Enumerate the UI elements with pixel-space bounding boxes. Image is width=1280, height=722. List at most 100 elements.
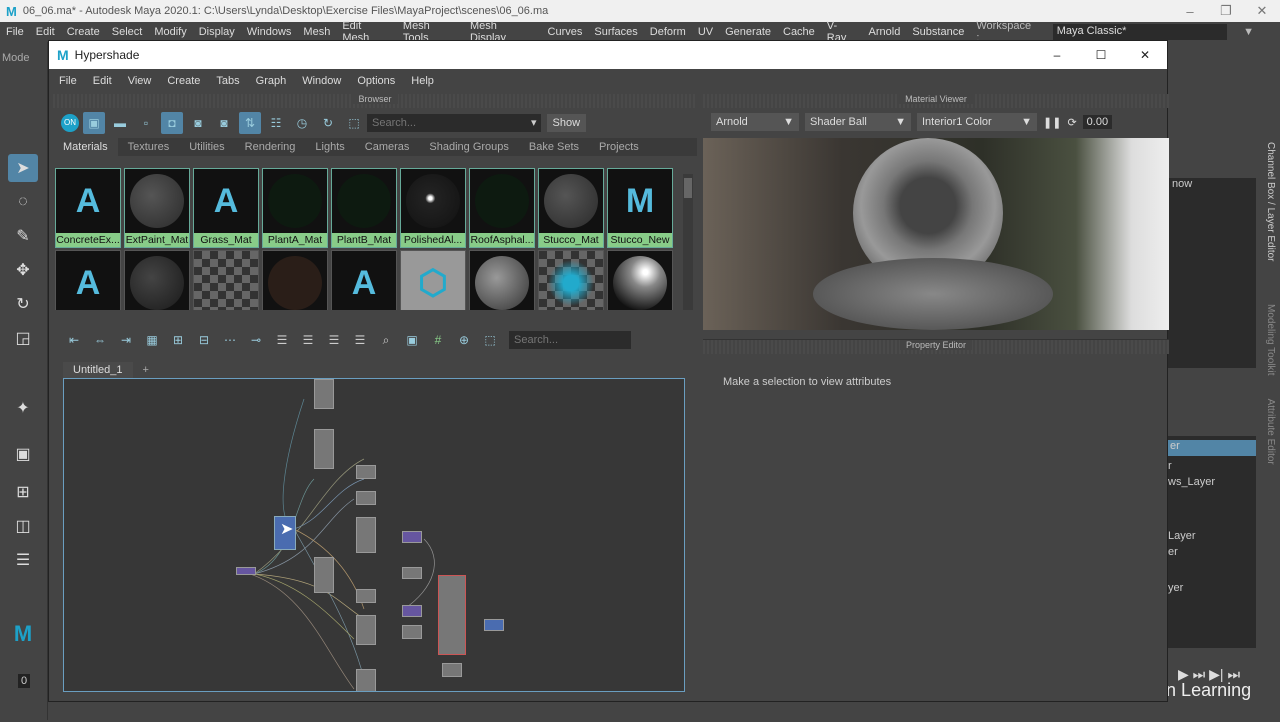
browser-scrollbar[interactable] (683, 174, 693, 310)
layer-item[interactable]: ws_Layer (1168, 476, 1256, 488)
graph-node[interactable] (402, 625, 422, 639)
simple-mode-icon[interactable]: ☰ (271, 329, 293, 351)
environment-dropdown[interactable]: Interior1 Color ▼ (917, 113, 1037, 131)
tab-projects[interactable]: Projects (589, 141, 649, 153)
close-button[interactable]: ✕ (1123, 48, 1167, 62)
grid-icon[interactable]: # (427, 329, 449, 351)
material-swatch[interactable]: Stucco_Mat (538, 168, 604, 248)
graph-node[interactable] (484, 619, 504, 631)
material-swatch[interactable]: A (331, 250, 397, 310)
hs-menu-window[interactable]: Window (302, 75, 341, 87)
layer-item[interactable]: yer (1168, 582, 1256, 594)
sort-by-type-icon[interactable]: ☷ (265, 112, 287, 134)
layer-item[interactable]: Layer (1168, 530, 1256, 542)
material-swatch[interactable] (538, 250, 604, 310)
material-swatch[interactable]: ExtPaint_Mat (124, 168, 190, 248)
layout-two-icon[interactable]: ◫ (8, 512, 38, 540)
graph-node[interactable] (356, 669, 376, 691)
layer-item[interactable]: er (1168, 546, 1256, 558)
chevron-down-icon[interactable]: ▾ (527, 114, 541, 132)
custom-mode-icon[interactable]: ☰ (349, 329, 371, 351)
search-icon[interactable]: ⌕ (375, 329, 397, 351)
material-swatch[interactable] (262, 250, 328, 310)
hs-menu-view[interactable]: View (128, 75, 152, 87)
close-button[interactable]: ✕ (1244, 3, 1280, 19)
graph-node[interactable] (356, 615, 376, 645)
full-mode-icon[interactable]: ☰ (323, 329, 345, 351)
frame-icon[interactable]: ⬚ (343, 112, 365, 134)
layout-four-icon[interactable]: ⊞ (8, 478, 38, 506)
material-swatch[interactable]: M Stucco_New (607, 168, 673, 248)
exposure-field[interactable]: 0.00 (1082, 115, 1113, 129)
material-swatch[interactable] (469, 250, 535, 310)
graph-layout-icon[interactable]: ⋯ (219, 329, 241, 351)
graph-node[interactable] (402, 605, 422, 617)
scale-tool-icon[interactable]: ◲ (8, 324, 38, 352)
material-swatch[interactable] (607, 250, 673, 310)
hs-menu-file[interactable]: File (59, 75, 77, 87)
tab-lights[interactable]: Lights (305, 141, 354, 153)
material-swatch[interactable] (124, 250, 190, 310)
tab-cameras[interactable]: Cameras (355, 141, 420, 153)
menu-cache[interactable]: Cache (783, 26, 815, 38)
sort-by-time-icon[interactable]: ◷ (291, 112, 313, 134)
clear-graph-icon[interactable]: ▦ (141, 329, 163, 351)
list-view-icon[interactable]: ▬ (109, 112, 131, 134)
browser-search-input[interactable] (367, 114, 527, 132)
minimize-button[interactable]: – (1172, 4, 1208, 19)
large-icon[interactable]: ◙ (187, 112, 209, 134)
graph-node[interactable] (356, 465, 376, 479)
layer-item[interactable]: er (1168, 440, 1256, 456)
lasso-tool-icon[interactable]: ◌ (8, 188, 38, 216)
graph-node[interactable] (236, 567, 256, 575)
hs-menu-help[interactable]: Help (411, 75, 434, 87)
paint-tool-icon[interactable]: ✎ (8, 222, 38, 250)
shape-dropdown[interactable]: Shader Ball ▼ (805, 113, 911, 131)
hs-menu-graph[interactable]: Graph (256, 75, 287, 87)
material-swatch[interactable] (193, 250, 259, 310)
graph-node[interactable] (438, 575, 466, 655)
outliner-icon[interactable]: ☰ (8, 546, 38, 574)
material-swatch[interactable]: PolishedAl... (400, 168, 466, 248)
graph-node[interactable] (356, 589, 376, 603)
layer-item[interactable]: r (1168, 460, 1256, 472)
node-graph[interactable]: ➤ (63, 378, 685, 692)
menu-substance[interactable]: Substance (912, 26, 964, 38)
tab-textures[interactable]: Textures (118, 141, 180, 153)
show-button[interactable]: Show (546, 114, 587, 132)
menu-edit[interactable]: Edit (36, 26, 55, 38)
swatch-icon[interactable]: ▣ (401, 329, 423, 351)
small-icon[interactable]: ▫ (135, 112, 157, 134)
material-swatch[interactable]: A (55, 250, 121, 310)
graph-node[interactable] (402, 531, 422, 543)
maximize-button[interactable]: ☐ (1079, 48, 1123, 62)
refresh-icon[interactable]: ⟳ (1067, 116, 1076, 129)
frame-icon[interactable]: ⬚ (479, 329, 501, 351)
graph-node[interactable] (314, 379, 334, 409)
refresh-icon[interactable]: ↻ (317, 112, 339, 134)
material-swatch[interactable]: PlantA_Mat (262, 168, 328, 248)
node-search-input[interactable] (509, 331, 631, 349)
hs-menu-create[interactable]: Create (167, 75, 200, 87)
material-swatch[interactable]: RoofAsphal... (469, 168, 535, 248)
menu-file[interactable]: File (6, 26, 24, 38)
graph-node[interactable] (356, 517, 376, 553)
snap-grid-icon[interactable]: ⊕ (453, 329, 475, 351)
snap-icon[interactable]: ✦ (8, 394, 38, 422)
on-toggle[interactable]: ON (61, 114, 79, 132)
sort-by-name-icon[interactable]: ⇅ (239, 112, 261, 134)
input-connections-icon[interactable]: ⇤ (63, 329, 85, 351)
material-swatch[interactable]: ⬡ (400, 250, 466, 310)
material-swatch[interactable]: PlantB_Mat (331, 168, 397, 248)
graph-node[interactable] (314, 557, 334, 593)
menu-mesh[interactable]: Mesh (303, 26, 330, 38)
graph-node[interactable] (314, 429, 334, 469)
tab-bake-sets[interactable]: Bake Sets (519, 141, 589, 153)
minimize-button[interactable]: – (1035, 48, 1079, 62)
graph-node[interactable] (402, 567, 422, 579)
tab-materials[interactable]: Materials (53, 138, 118, 156)
menu-curves[interactable]: Curves (548, 26, 583, 38)
medium-icon[interactable]: ◘ (161, 112, 183, 134)
menu-arnold[interactable]: Arnold (869, 26, 901, 38)
tab-rendering[interactable]: Rendering (235, 141, 306, 153)
